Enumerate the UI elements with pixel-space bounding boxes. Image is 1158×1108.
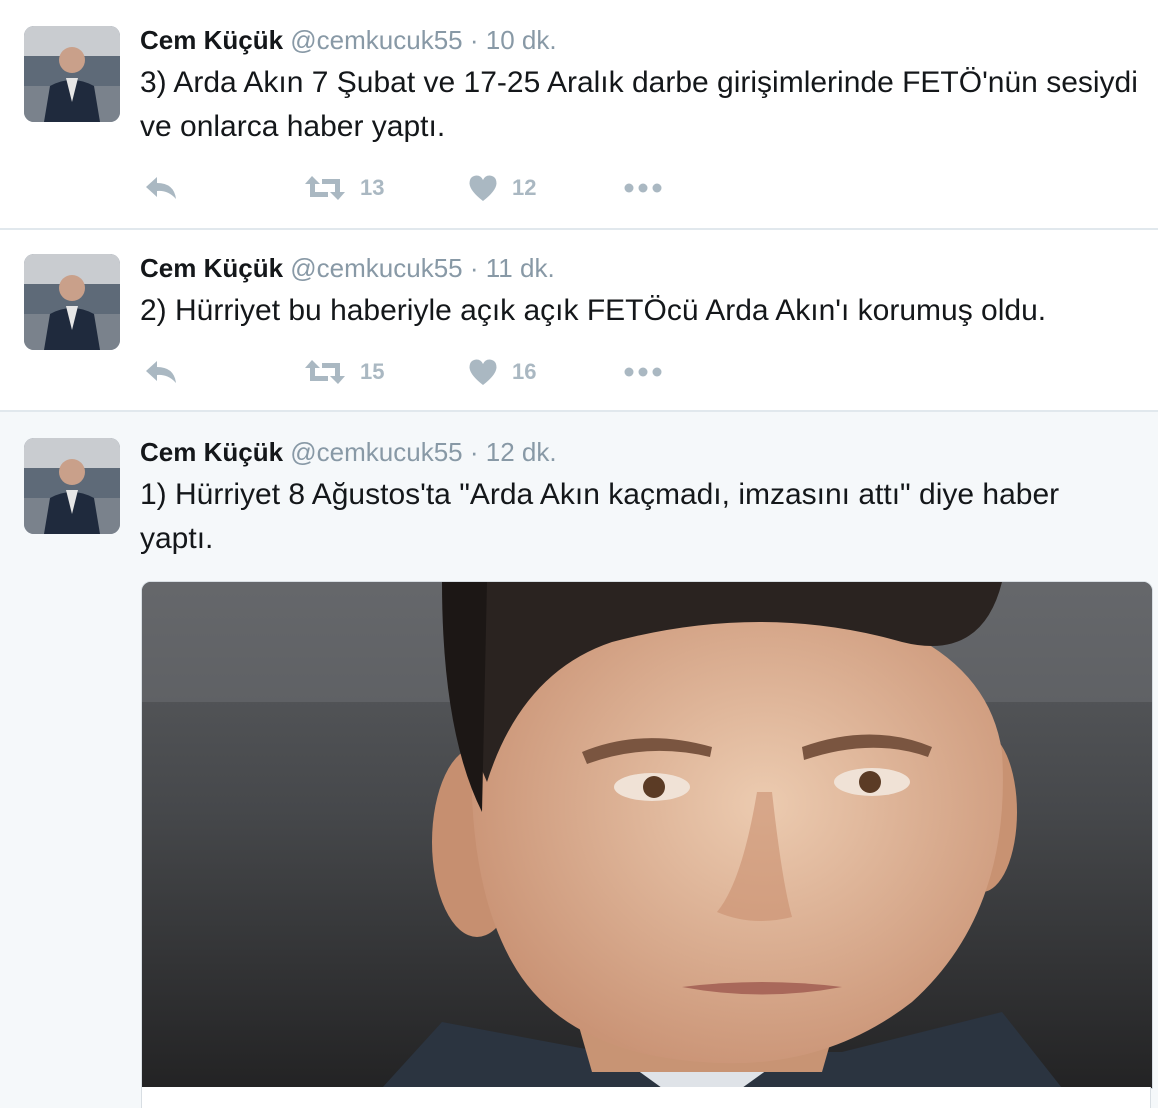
reply-button[interactable] <box>144 352 178 392</box>
tweet-header: Cem Küçük @cemkucuk55 · 10 dk. <box>140 25 557 55</box>
portrait-photo <box>142 582 1152 1088</box>
author-name[interactable]: Cem Küçük <box>140 253 283 283</box>
retweet-icon <box>304 174 346 202</box>
tweet-text: 1) Hürriyet 8 Ağustos'ta "Arda Akın kaçm… <box>140 478 1060 555</box>
like-button[interactable]: 16 <box>468 352 536 392</box>
more-icon <box>624 182 662 194</box>
author-name[interactable]: Cem Küçük <box>140 437 283 467</box>
avatar[interactable] <box>24 438 120 534</box>
media-footer <box>141 1087 1151 1108</box>
author-handle[interactable]: @cemkucuk55 <box>290 25 462 55</box>
timestamp[interactable]: 11 dk. <box>486 253 555 283</box>
author-handle[interactable]: @cemkucuk55 <box>290 253 462 283</box>
tweet-actions: 13 12 <box>140 168 740 208</box>
timestamp[interactable]: 12 dk. <box>486 437 557 467</box>
separator-dot: · <box>469 253 479 283</box>
like-count: 16 <box>512 359 537 384</box>
more-icon <box>624 366 662 378</box>
author-handle[interactable]: @cemkucuk55 <box>290 437 462 467</box>
retweet-button[interactable]: 13 <box>304 168 384 208</box>
retweet-count: 13 <box>360 175 385 200</box>
tweet-media-photo[interactable] <box>141 581 1153 1089</box>
retweet-count: 15 <box>360 359 385 384</box>
more-button[interactable] <box>624 168 662 208</box>
tweet-actions: 15 16 <box>140 352 740 392</box>
timestamp[interactable]: 10 dk. <box>486 25 557 55</box>
tweet-text: 2) Hürriyet bu haberiyle açık açık FETÖc… <box>140 294 1047 327</box>
retweet-icon <box>304 358 346 386</box>
reply-icon <box>144 174 178 202</box>
retweet-button[interactable]: 15 <box>304 352 384 392</box>
avatar[interactable] <box>24 26 120 122</box>
heart-icon <box>468 174 498 202</box>
tweet-text: 3) Arda Akın 7 Şubat ve 17-25 Aralık dar… <box>140 66 1138 143</box>
reply-button[interactable] <box>144 168 178 208</box>
heart-icon <box>468 358 498 386</box>
separator-dot: · <box>469 25 479 55</box>
like-button[interactable]: 12 <box>468 168 536 208</box>
tweet-1[interactable]: Cem Küçük @cemkucuk55 · 10 dk. 3) Arda A… <box>0 0 1158 228</box>
tweet-header: Cem Küçük @cemkucuk55 · 11 dk. <box>140 253 555 283</box>
tweet-header: Cem Küçük @cemkucuk55 · 12 dk. <box>140 437 557 467</box>
avatar[interactable] <box>24 254 120 350</box>
reply-icon <box>144 358 178 386</box>
separator-dot: · <box>469 437 479 467</box>
tweet-2[interactable]: Cem Küçük @cemkucuk55 · 11 dk. 2) Hürriy… <box>0 230 1158 410</box>
author-name[interactable]: Cem Küçük <box>140 25 283 55</box>
more-button[interactable] <box>624 352 662 392</box>
like-count: 12 <box>512 175 537 200</box>
